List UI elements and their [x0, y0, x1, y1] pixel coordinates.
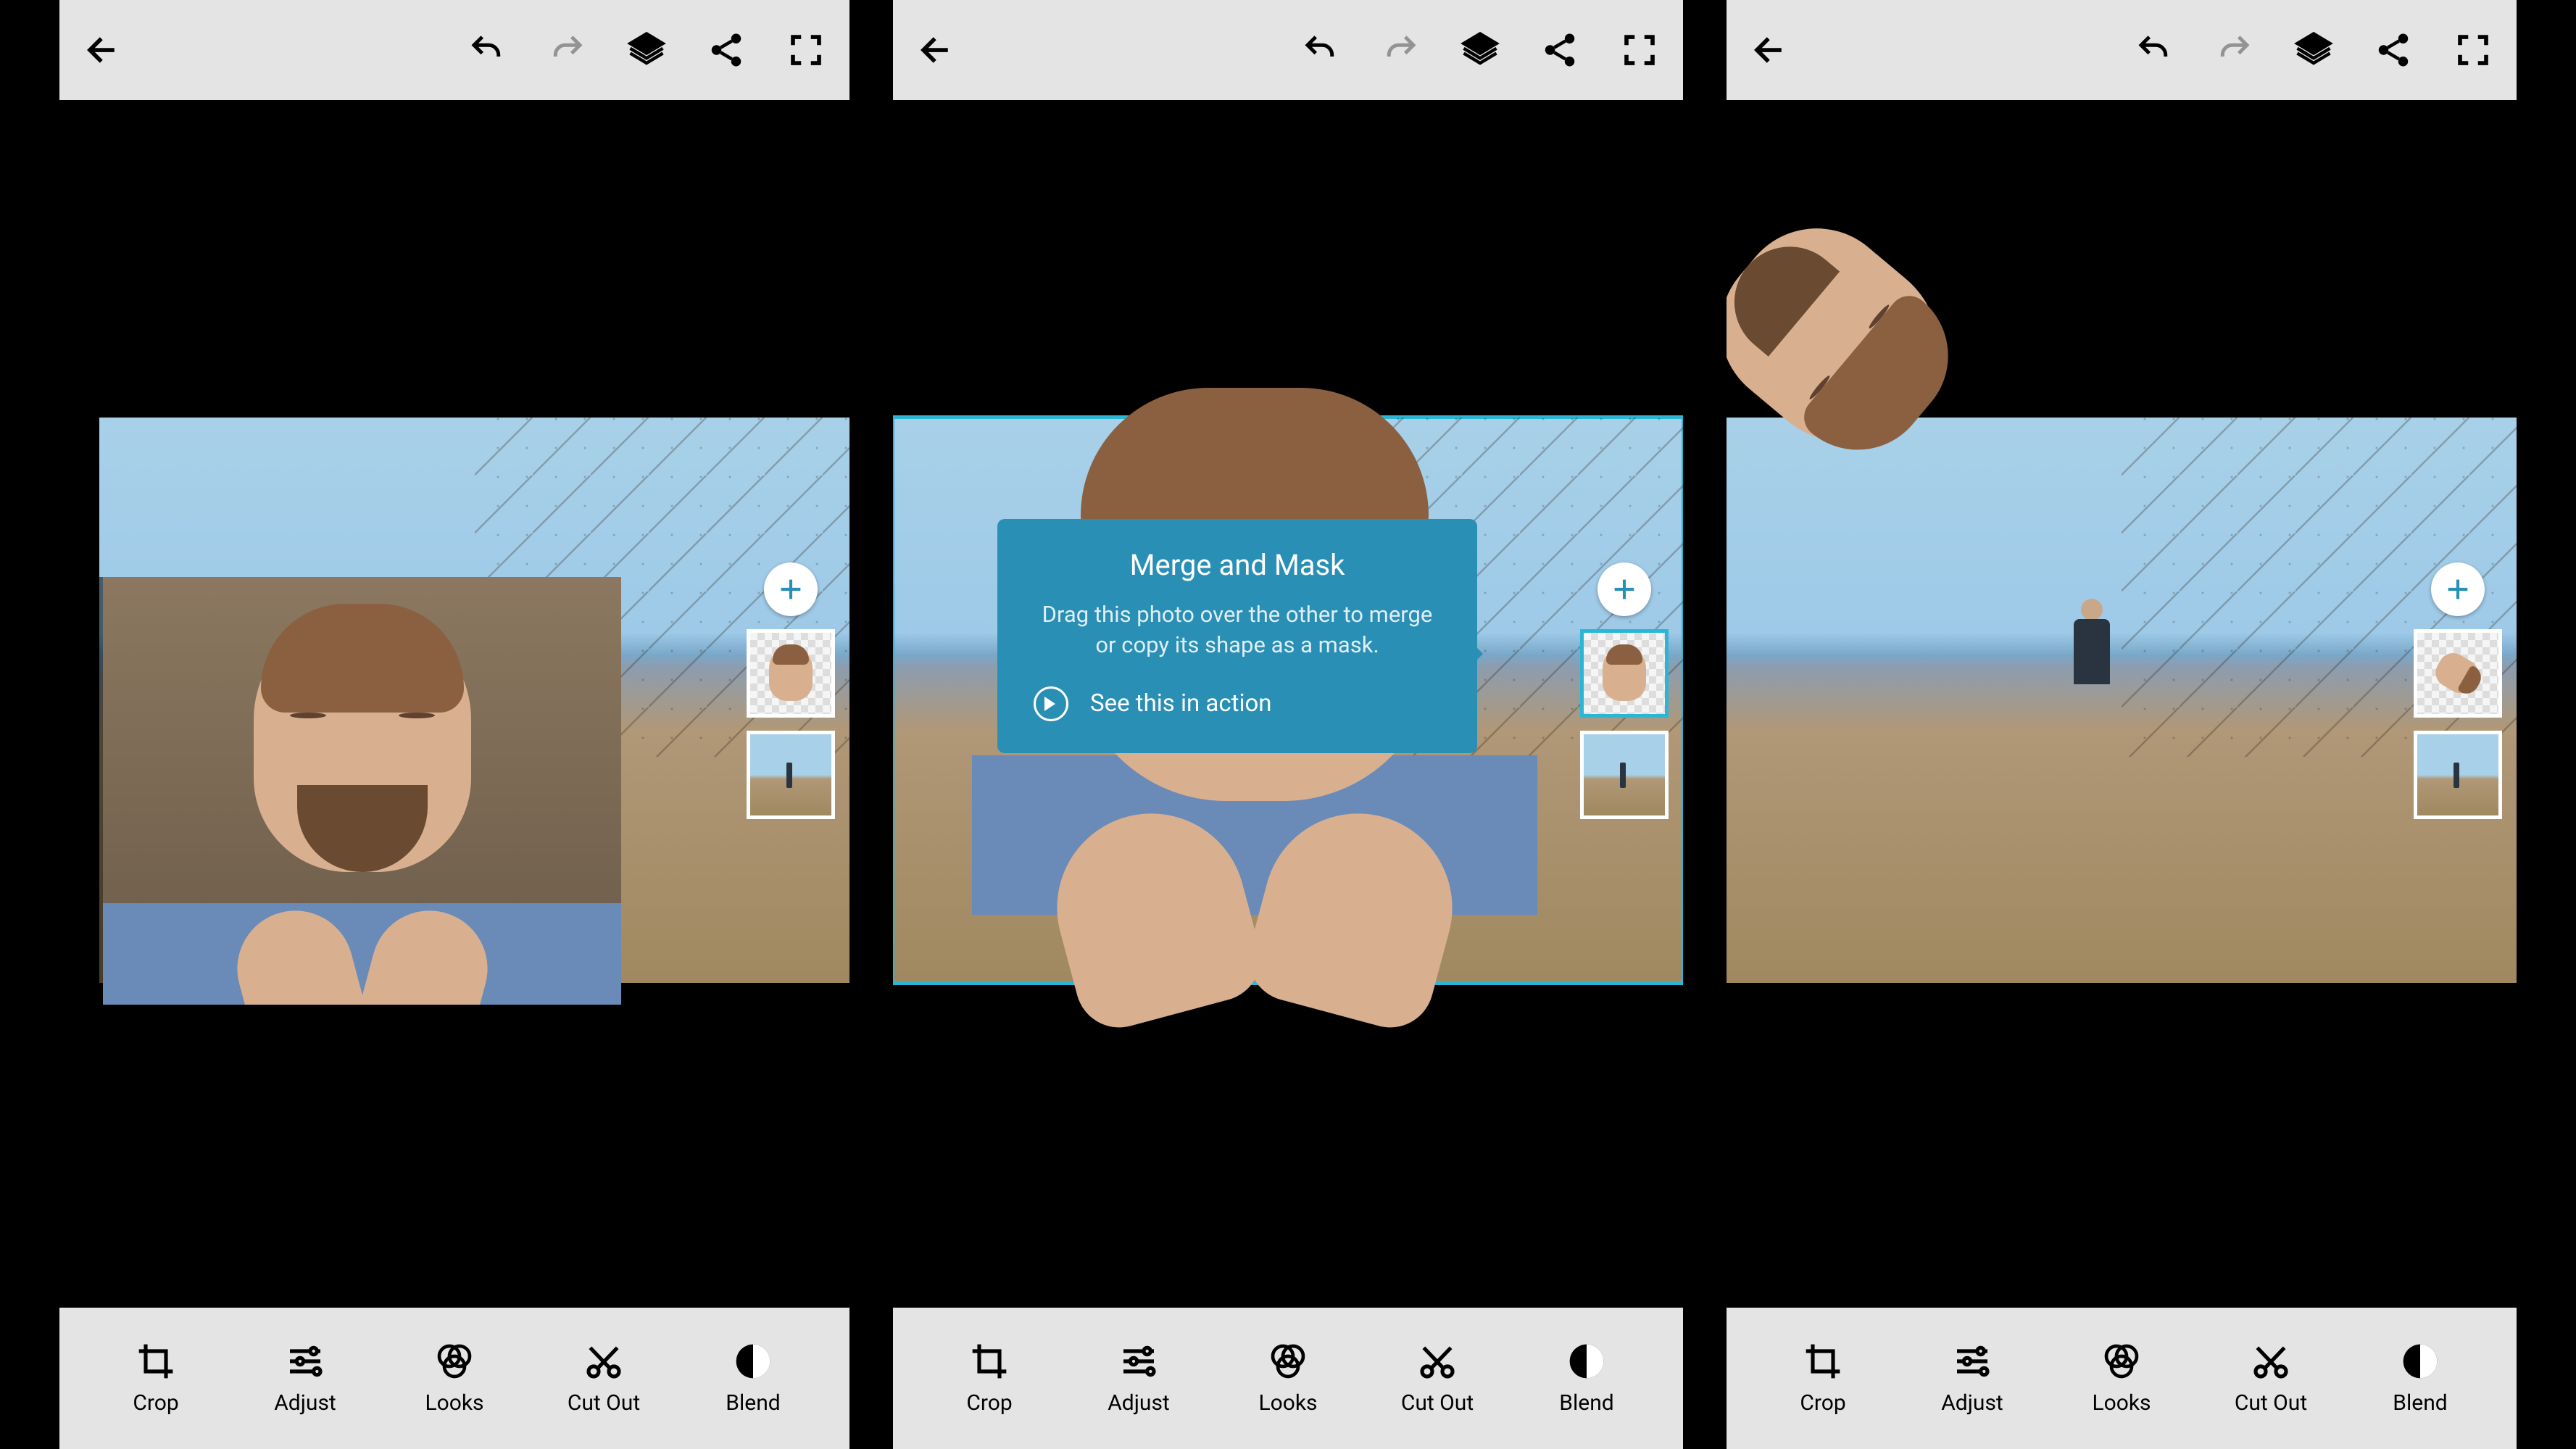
add-layer-button[interactable]	[2431, 562, 2485, 616]
add-layer-button[interactable]	[1597, 562, 1651, 616]
redo-button	[545, 28, 589, 72]
tooltip-action-label: See this in action	[1090, 689, 1272, 718]
looks-label: Looks	[425, 1390, 483, 1416]
layer-thumbnail-landscape[interactable]	[1580, 731, 1669, 819]
top-toolbar	[59, 0, 849, 100]
share-button[interactable]	[2372, 28, 2415, 72]
layers-button[interactable]	[2292, 28, 2335, 72]
merge-mask-tooltip: Merge and Mask Drag this photo over the …	[997, 519, 1477, 753]
undo-button[interactable]	[465, 28, 509, 72]
top-toolbar	[1727, 0, 2517, 100]
cutout-label: Cut Out	[1401, 1390, 1474, 1416]
looks-tool[interactable]: Looks	[396, 1341, 512, 1416]
editor-canvas[interactable]	[1727, 100, 2517, 1308]
cutout-tool[interactable]: Cut Out	[2213, 1341, 2329, 1416]
layer-panel	[2414, 562, 2502, 819]
bottom-toolbar: Crop Adjust Looks Cut Out Blend	[893, 1308, 1683, 1449]
back-button[interactable]	[915, 28, 958, 72]
editor-screen-1: Crop Adjust Looks Cut Out Blend	[59, 0, 849, 1449]
blend-tool[interactable]: Blend	[2362, 1341, 2478, 1416]
cutout-label: Cut Out	[568, 1390, 640, 1416]
looks-tool[interactable]: Looks	[1230, 1341, 1346, 1416]
bottom-toolbar: Crop Adjust Looks Cut Out Blend	[59, 1308, 849, 1449]
editor-canvas[interactable]	[59, 100, 849, 1308]
layer-panel	[747, 562, 835, 819]
play-icon	[1034, 686, 1068, 721]
adjust-label: Adjust	[1941, 1390, 2003, 1416]
cutout-label: Cut Out	[2235, 1390, 2307, 1416]
redo-button	[2212, 28, 2256, 72]
share-button[interactable]	[1538, 28, 1582, 72]
blend-tool[interactable]: Blend	[1529, 1341, 1645, 1416]
cutout-tool[interactable]: Cut Out	[1379, 1341, 1495, 1416]
editor-canvas[interactable]: Merge and Mask Drag this photo over the …	[893, 100, 1683, 1308]
editor-screen-3: Crop Adjust Looks Cut Out Blend	[1727, 0, 2517, 1449]
layer-panel	[1580, 562, 1669, 819]
crop-label: Crop	[966, 1390, 1012, 1416]
layer-thumbnail-portrait-selected[interactable]	[1580, 629, 1669, 718]
crop-tool[interactable]: Crop	[98, 1341, 214, 1416]
back-button[interactable]	[1748, 28, 1792, 72]
crop-label: Crop	[133, 1390, 178, 1416]
layer-thumbnail-landscape[interactable]	[2414, 731, 2502, 819]
layers-button[interactable]	[625, 28, 668, 72]
add-layer-button[interactable]	[764, 562, 818, 616]
share-button[interactable]	[705, 28, 748, 72]
adjust-tool[interactable]: Adjust	[1914, 1341, 2030, 1416]
blend-label: Blend	[1559, 1390, 1613, 1416]
crop-tool[interactable]: Crop	[1765, 1341, 1881, 1416]
bottom-toolbar: Crop Adjust Looks Cut Out Blend	[1727, 1308, 2517, 1449]
adjust-label: Adjust	[1108, 1390, 1170, 1416]
layer-thumbnail-portrait[interactable]	[747, 629, 835, 718]
redo-button	[1379, 28, 1422, 72]
looks-label: Looks	[2092, 1390, 2151, 1416]
foreground-photo-layer[interactable]	[59, 577, 621, 1157]
cutout-photo-layer-rotated[interactable]	[1727, 245, 2082, 622]
editor-screen-2: Merge and Mask Drag this photo over the …	[893, 0, 1683, 1449]
adjust-label: Adjust	[274, 1390, 336, 1416]
blend-label: Blend	[2393, 1390, 2447, 1416]
blend-tool[interactable]: Blend	[695, 1341, 811, 1416]
tooltip-see-in-action[interactable]: See this in action	[1034, 686, 1441, 721]
adjust-tool[interactable]: Adjust	[247, 1341, 363, 1416]
undo-button[interactable]	[1299, 28, 1342, 72]
cutout-tool[interactable]: Cut Out	[546, 1341, 662, 1416]
back-button[interactable]	[81, 28, 125, 72]
layers-button[interactable]	[1458, 28, 1502, 72]
tooltip-body: Drag this photo over the other to merge …	[1034, 599, 1441, 660]
fullscreen-button[interactable]	[2451, 28, 2495, 72]
crop-tool[interactable]: Crop	[931, 1341, 1047, 1416]
crop-label: Crop	[1800, 1390, 1845, 1416]
top-toolbar	[893, 0, 1683, 100]
undo-button[interactable]	[2132, 28, 2176, 72]
looks-label: Looks	[1258, 1390, 1317, 1416]
fullscreen-button[interactable]	[784, 28, 828, 72]
blend-label: Blend	[726, 1390, 780, 1416]
looks-tool[interactable]: Looks	[2064, 1341, 2180, 1416]
layer-thumbnail-cutout[interactable]	[2414, 629, 2502, 718]
adjust-tool[interactable]: Adjust	[1081, 1341, 1197, 1416]
tooltip-title: Merge and Mask	[1034, 548, 1441, 582]
fullscreen-button[interactable]	[1618, 28, 1661, 72]
layer-thumbnail-landscape[interactable]	[747, 731, 835, 819]
